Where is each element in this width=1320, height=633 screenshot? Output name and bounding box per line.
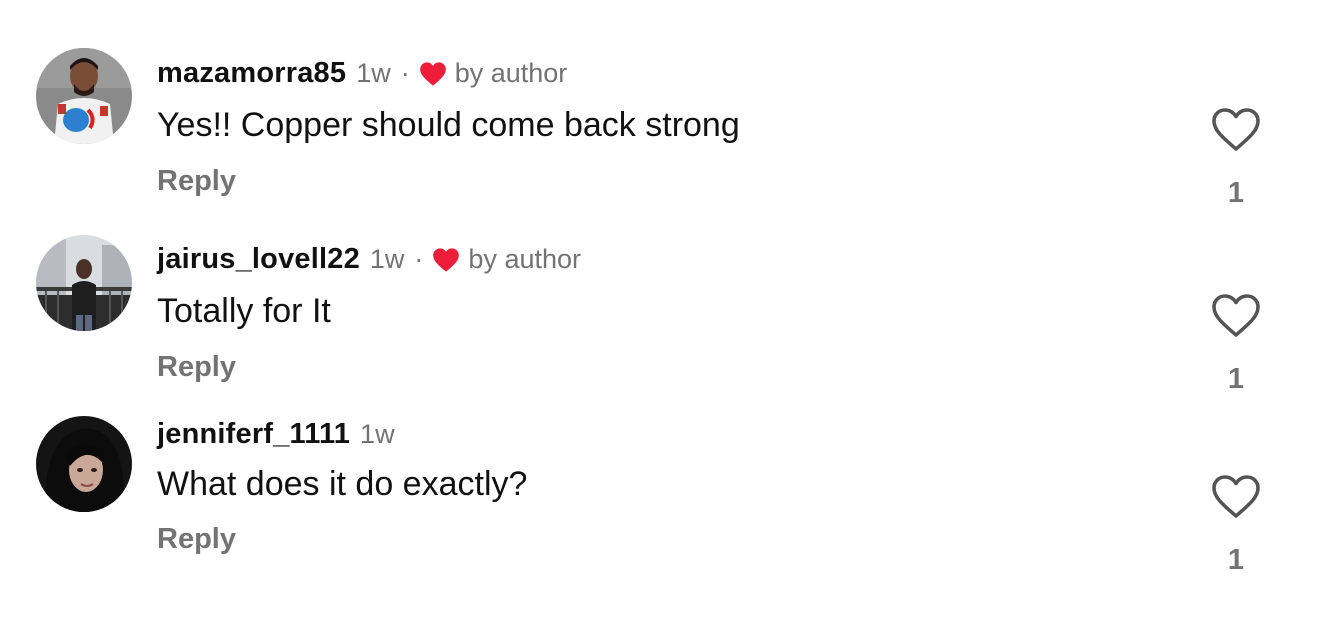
comment-header: jairus_lovell22 1w · by author — [157, 243, 581, 276]
like-button[interactable] — [1210, 107, 1262, 153]
heart-outline-icon — [1212, 294, 1260, 337]
username[interactable]: mazamorra85 — [157, 57, 346, 90]
avatar[interactable] — [36, 48, 132, 144]
avatar-image — [36, 48, 132, 144]
timestamp: 1w — [369, 244, 405, 274]
like-count: 1 — [1227, 363, 1245, 395]
timestamp: 1w — [360, 419, 395, 449]
avatar-image — [36, 416, 132, 512]
comment-text: Yes!! Copper should come back strong — [157, 106, 740, 144]
comment-header: mazamorra85 1w · by author — [157, 57, 567, 90]
comment-text: What does it do exactly? — [157, 465, 528, 503]
heart-outline-icon — [1212, 475, 1260, 518]
like-count: 1 — [1227, 544, 1245, 576]
username[interactable]: jairus_lovell22 — [157, 243, 360, 276]
avatar[interactable] — [36, 416, 132, 512]
like-count: 1 — [1227, 177, 1245, 209]
comment-text: Totally for It — [157, 292, 331, 330]
reply-button[interactable]: Reply — [157, 523, 236, 556]
liked-by-author-label: by author — [454, 58, 568, 88]
separator-dot: · — [400, 58, 410, 88]
red-heart-icon — [419, 61, 447, 87]
avatar-image — [36, 235, 132, 331]
liked-by-author-label: by author — [468, 244, 581, 274]
heart-outline-icon — [1212, 108, 1260, 151]
red-heart-icon — [432, 247, 460, 273]
like-button[interactable] — [1210, 474, 1262, 520]
reply-button[interactable]: Reply — [157, 351, 236, 384]
separator-dot: · — [414, 244, 424, 274]
timestamp: 1w — [356, 58, 391, 88]
username[interactable]: jenniferf_1111 — [157, 418, 350, 451]
avatar[interactable] — [36, 235, 132, 331]
comment-header: jenniferf_1111 1w — [157, 418, 395, 451]
like-button[interactable] — [1210, 293, 1262, 339]
reply-button[interactable]: Reply — [157, 165, 236, 198]
